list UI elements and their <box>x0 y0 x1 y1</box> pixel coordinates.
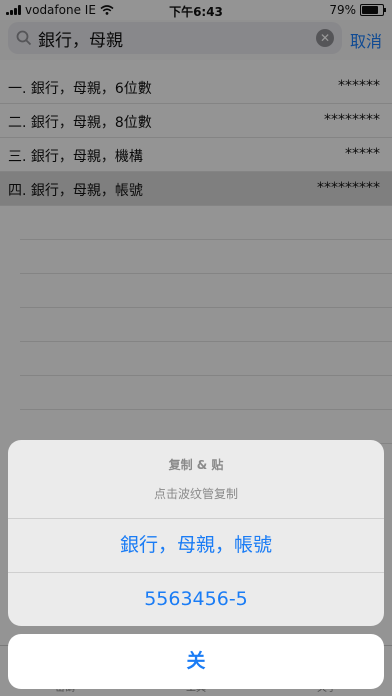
close-button[interactable]: 关 <box>8 634 384 689</box>
copy-password-button[interactable]: 5563456-5 <box>8 573 384 626</box>
action-sheet-message: 点击波纹管复制 <box>153 487 238 501</box>
action-sheet-title: 复制 & 贴 <box>168 458 224 472</box>
action-sheet-header: 复制 & 贴 点击波纹管复制 <box>8 440 384 519</box>
copy-title-button[interactable]: 銀行，母親，帳號 <box>8 519 384 573</box>
action-sheet: 复制 & 贴 点击波纹管复制 銀行，母親，帳號 5563456-5 <box>8 440 384 626</box>
